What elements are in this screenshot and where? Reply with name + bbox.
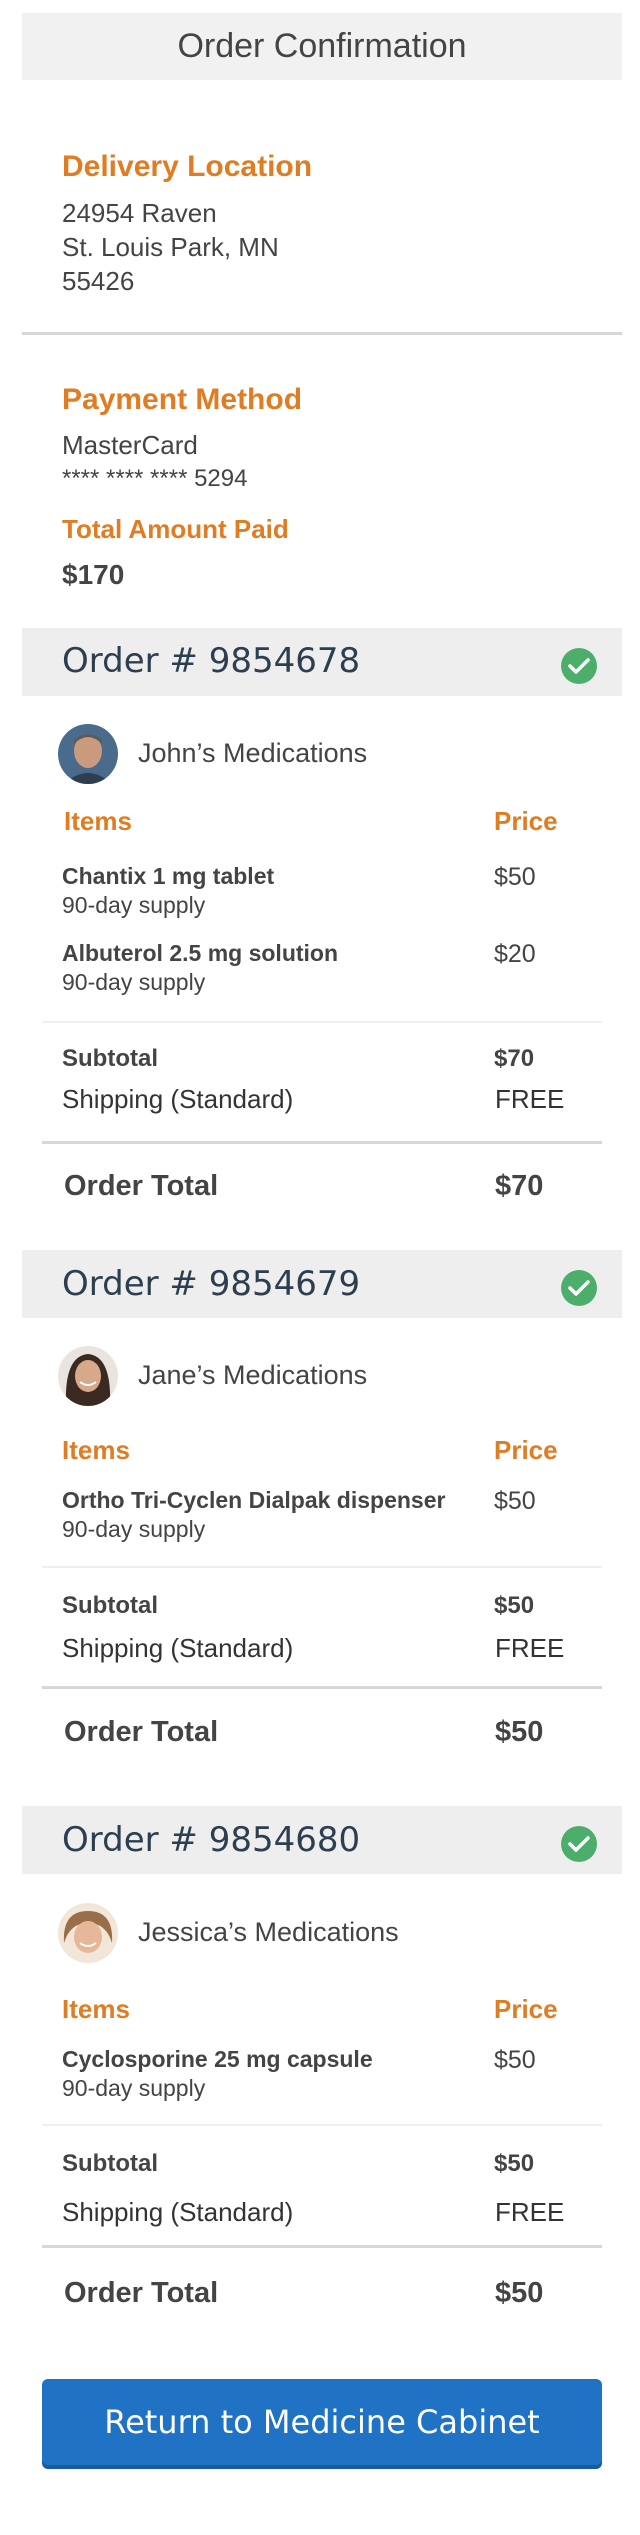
order-number: Order # 9854679 [62,1264,361,1304]
item-price: $20 [494,940,536,968]
person-name: Jessica’s Medications [138,1917,399,1947]
shipping-label: Shipping (Standard) [62,1084,294,1114]
item-supply: 90-day supply [62,1516,206,1542]
subtotal-label: Subtotal [62,1045,158,1072]
items-header: Items [62,1994,130,2024]
total-divider [42,2245,602,2248]
row-divider [42,1021,602,1023]
order-number: Order # 9854678 [62,641,361,681]
order-total-label: Order Total [64,1716,219,1748]
price-header: Price [494,1435,558,1465]
page-title: Order Confirmation [177,27,467,65]
price-header: Price [494,806,558,836]
item-price: $50 [494,863,536,891]
payment-masked-number: **** **** **** 5294 [62,465,248,492]
total-paid-value: $170 [62,559,125,590]
person-name: Jane’s Medications [138,1360,368,1390]
check-circle-icon [561,1270,597,1306]
subtotal-value: $50 [494,1592,535,1619]
price-header: Price [494,1994,558,2024]
order-total-value: $50 [495,2277,544,2309]
items-header: Items [64,806,132,836]
order-number: Order # 9854680 [62,1820,361,1860]
order-total-label: Order Total [64,2277,219,2309]
delivery-line3: 55426 [62,266,135,296]
section-divider [22,332,622,335]
avatar [58,1346,118,1406]
person-name: John’s Medications [138,738,368,768]
row-divider [42,2124,602,2126]
payment-title: Payment Method [62,383,303,416]
check-circle-icon [561,648,597,684]
total-paid-title: Total Amount Paid [62,514,289,544]
subtotal-value: $50 [494,2150,535,2177]
total-divider [42,1141,602,1144]
order-total-value: $70 [495,1170,544,1202]
order-total-label: Order Total [64,1170,219,1202]
avatar [58,724,118,784]
shipping-label: Shipping (Standard) [62,1633,294,1663]
item-price: $50 [494,2046,536,2074]
item-name: Cyclosporine 25 mg capsule [62,2046,373,2072]
payment-card: MasterCard [62,430,198,460]
order-total-value: $50 [495,1716,544,1748]
subtotal-label: Subtotal [62,2150,158,2177]
check-circle-icon [561,1826,597,1862]
subtotal-label: Subtotal [62,1592,158,1619]
item-price: $50 [494,1487,536,1515]
delivery-line2: St. Louis Park, MN [62,232,279,262]
item-name: Albuterol 2.5 mg solution [62,940,339,966]
item-supply: 90-day supply [62,969,206,995]
subtotal-value: $70 [494,1045,535,1072]
shipping-value: FREE [495,1633,565,1663]
delivery-title: Delivery Location [62,150,313,183]
shipping-label: Shipping (Standard) [62,2197,294,2227]
item-name: Ortho Tri-Cyclen Dialpak dispenser [62,1487,446,1513]
item-supply: 90-day supply [62,2075,206,2101]
shipping-value: FREE [495,1084,565,1114]
total-divider [42,1686,602,1689]
avatar [58,1903,118,1963]
delivery-line1: 24954 Raven [62,198,217,228]
return-to-medicine-cabinet-button[interactable] [42,2379,602,2465]
items-header: Items [62,1435,130,1465]
shipping-value: FREE [495,2197,565,2227]
item-name: Chantix 1 mg tablet [62,863,275,889]
item-supply: 90-day supply [62,892,206,918]
row-divider [42,1566,602,1568]
